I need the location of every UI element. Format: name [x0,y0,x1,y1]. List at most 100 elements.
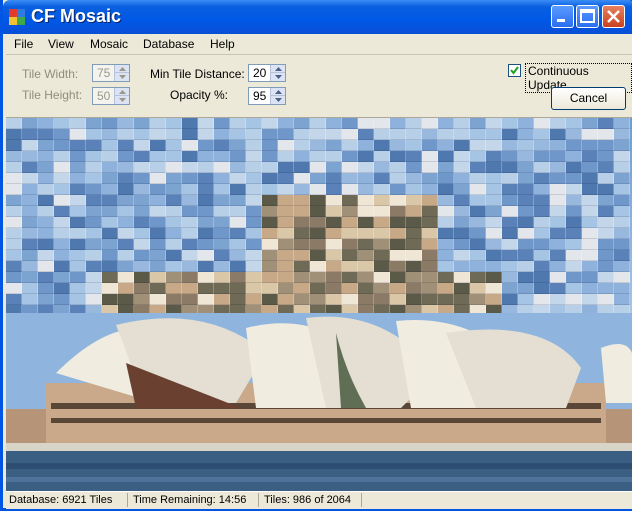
mosaic-tile [230,261,246,272]
mosaic-tile [182,250,198,261]
mosaic-tile [54,162,70,173]
mosaic-tile [422,283,438,294]
mosaic-tile [342,239,358,250]
mosaic-tile [518,184,534,195]
mosaic-tile [326,151,342,162]
mosaic-tile [150,162,166,173]
mosaic-tile [262,173,278,184]
mosaic-tile [358,228,374,239]
opacity-value[interactable]: 95 [253,89,266,103]
mosaic-tile [566,184,582,195]
mosaic-tile [502,239,518,250]
mosaic-tile [262,261,278,272]
mosaic-tile [214,162,230,173]
mosaic-tile [278,217,294,228]
menu-database[interactable]: Database [143,37,194,51]
mosaic-tile [118,239,134,250]
minimize-button[interactable] [551,5,574,28]
mosaic-tile [278,173,294,184]
close-button[interactable] [602,5,625,28]
mosaic-tile [118,118,134,129]
menu-file[interactable]: File [14,37,33,51]
mosaic-tile [6,228,22,239]
mosaic-tile [198,195,214,206]
status-tiles: Tiles: 986 of 2064 [261,493,362,507]
min-tile-distance-down-arrow[interactable] [270,73,285,81]
continuous-update-checkbox[interactable] [508,64,521,77]
mosaic-tile [54,272,70,283]
mosaic-tile [374,184,390,195]
mosaic-tile [278,261,294,272]
mosaic-tile [102,184,118,195]
min-tile-distance-up-arrow[interactable] [270,65,285,73]
mosaic-tile [198,151,214,162]
mosaic-tile [294,261,310,272]
maximize-button[interactable] [576,5,599,28]
tile-height-up-arrow [114,88,129,96]
mosaic-tile [614,118,630,129]
mosaic-tile [326,206,342,217]
mosaic-tile [406,140,422,151]
mosaic-tile [38,162,54,173]
mosaic-tile [518,195,534,206]
mosaic-tile [182,173,198,184]
mosaic-tile [598,184,614,195]
mosaic-tile [342,184,358,195]
mosaic-tile [534,217,550,228]
mosaic-tile [342,173,358,184]
opacity-stepper[interactable]: 95 [248,87,286,105]
mosaic-tile [550,206,566,217]
mosaic-tile [6,206,22,217]
mosaic-tile [246,173,262,184]
mosaic-tile [102,173,118,184]
mosaic-tile [566,239,582,250]
mosaic-tile [582,195,598,206]
mosaic-tile [6,118,22,129]
title-bar[interactable]: CF Mosaic [3,0,632,34]
mosaic-tile [102,206,118,217]
mosaic-tile [22,217,38,228]
mosaic-tile [86,173,102,184]
opacity-down-arrow[interactable] [270,96,285,104]
mosaic-tile [406,239,422,250]
mosaic-tile [150,217,166,228]
app-window: CF Mosaic File View Mosaic Database Help… [0,0,632,511]
mosaic-tile [406,283,422,294]
mosaic-tile [214,118,230,129]
mosaic-tile [598,294,614,305]
mosaic-tile [134,206,150,217]
mosaic-tile [230,184,246,195]
mosaic-tile [198,162,214,173]
mosaic-tile [230,239,246,250]
mosaic-tile [54,184,70,195]
mosaic-tile [294,173,310,184]
min-tile-distance-stepper[interactable]: 20 [248,64,286,82]
mosaic-tile [566,129,582,140]
mosaic-tile [70,195,86,206]
mosaic-tile [294,239,310,250]
mosaic-tile [134,118,150,129]
mosaic-tile [230,151,246,162]
opacity-up-arrow[interactable] [270,88,285,96]
mosaic-tile [486,195,502,206]
mosaic-tile [70,228,86,239]
mosaic-tile [454,239,470,250]
menu-help[interactable]: Help [210,37,235,51]
mosaic-tile [86,184,102,195]
mosaic-tile [182,206,198,217]
mosaic-tile [86,195,102,206]
menu-view[interactable]: View [48,37,74,51]
mosaic-tile [598,195,614,206]
mosaic-tile [358,283,374,294]
cancel-button[interactable]: Cancel [551,87,626,110]
min-tile-distance-value[interactable]: 20 [253,66,266,80]
mosaic-tile [342,283,358,294]
mosaic-tile [214,206,230,217]
menu-mosaic[interactable]: Mosaic [90,37,128,51]
mosaic-tile [246,206,262,217]
mosaic-tile [598,250,614,261]
mosaic-tile [566,151,582,162]
mosaic-tile [374,140,390,151]
mosaic-tile [614,162,630,173]
mosaic-tile [342,272,358,283]
